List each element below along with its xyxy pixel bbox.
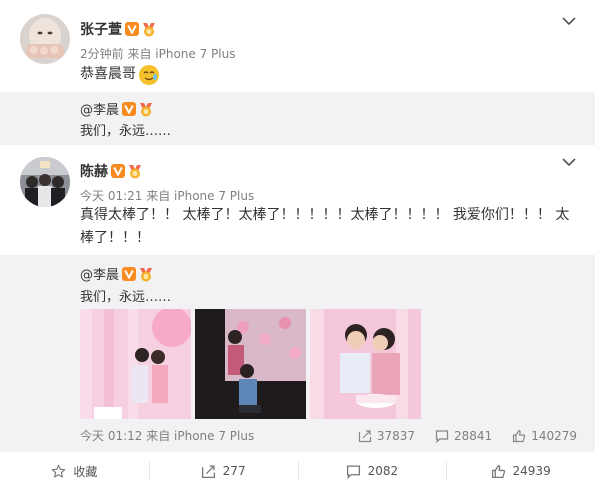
quoted-text: 我们，永远…… bbox=[80, 290, 172, 305]
repost-count: 277 bbox=[222, 464, 246, 478]
quoted-username[interactable]: @李晨 bbox=[80, 264, 119, 283]
favorite-button[interactable]: 收藏 bbox=[0, 452, 149, 488]
comment-icon bbox=[435, 429, 449, 443]
author-row: 陈赫 bbox=[80, 162, 143, 180]
repost-icon bbox=[201, 465, 215, 478]
avatar[interactable] bbox=[20, 14, 70, 64]
star-icon bbox=[52, 464, 66, 478]
comment-count: 28841 bbox=[454, 428, 493, 443]
quoted-author-row: @李晨 bbox=[80, 99, 154, 118]
username[interactable]: 张子萱 bbox=[80, 19, 122, 39]
photo-thumbnail[interactable] bbox=[310, 309, 421, 419]
quoted-time: 今天 01:12 来自 iPhone 7 Plus bbox=[80, 429, 255, 443]
repost-count: 37837 bbox=[376, 428, 415, 443]
repost-button[interactable]: 277 bbox=[148, 452, 298, 488]
quoted-post[interactable]: @李晨 我们，永远…… bbox=[0, 255, 595, 452]
verified-v-icon bbox=[122, 266, 137, 281]
medal-icon bbox=[129, 165, 141, 179]
quoted-username[interactable]: @李晨 bbox=[80, 99, 119, 118]
post-content: 真得太棒了！！ 太棒了！太棒了！！！！！太棒了！！！！ 我爱你们！！！ 太 棒了… bbox=[80, 204, 569, 250]
username[interactable]: 陈赫 bbox=[80, 161, 108, 181]
avatar[interactable] bbox=[20, 157, 70, 207]
medal-icon bbox=[140, 102, 153, 116]
repost-icon bbox=[358, 429, 371, 442]
medal-icon bbox=[143, 23, 155, 37]
quoted-author-row: @李晨 bbox=[80, 264, 154, 283]
like-icon bbox=[491, 464, 505, 478]
post-text-line: 棒了！！！ bbox=[80, 230, 150, 246]
chevron-down-icon[interactable] bbox=[561, 156, 577, 168]
like-count: 140279 bbox=[531, 428, 577, 443]
favorite-label: 收藏 bbox=[73, 464, 98, 479]
quoted-comment-count[interactable]: 28841 bbox=[435, 429, 492, 443]
chevron-down-icon[interactable] bbox=[561, 15, 577, 27]
post-separator bbox=[0, 137, 595, 145]
quoted-footer: 今天 01:12 来自 iPhone 7 Plus 37837 28841 14… bbox=[80, 427, 577, 444]
verified-v-icon bbox=[111, 164, 125, 178]
post-content: 恭喜晨哥 bbox=[80, 63, 160, 86]
post-text: 恭喜晨哥 bbox=[80, 66, 136, 82]
photo-thumbnail[interactable] bbox=[80, 309, 191, 419]
quoted-repost-count[interactable]: 37837 bbox=[358, 429, 415, 443]
quoted-like-count[interactable]: 140279 bbox=[512, 429, 577, 443]
emoji-icon bbox=[139, 64, 159, 85]
comment-icon bbox=[346, 465, 360, 479]
comment-count: 2082 bbox=[367, 464, 399, 478]
comment-button[interactable]: 2082 bbox=[297, 452, 447, 488]
photo-grid bbox=[80, 309, 421, 419]
like-count: 24939 bbox=[512, 464, 551, 478]
like-icon bbox=[513, 429, 526, 442]
author-row: 张子萱 bbox=[80, 20, 157, 38]
medal-icon bbox=[140, 267, 153, 281]
post-card: 张子萱 2分钟前 来自 iPhone 7 Plus 恭喜晨哥 @李晨 我们，永远… bbox=[0, 0, 595, 145]
like-button[interactable]: 24939 bbox=[446, 452, 595, 488]
verified-v-icon bbox=[125, 22, 139, 36]
post-meta: 今天 01:21 来自 iPhone 7 Plus bbox=[80, 189, 255, 203]
post-meta: 2分钟前 来自 iPhone 7 Plus bbox=[80, 47, 236, 61]
photo-thumbnail[interactable] bbox=[195, 309, 306, 419]
post-card: 陈赫 今天 01:21 来自 iPhone 7 Plus 真得太棒了！！ 太棒了… bbox=[0, 145, 595, 488]
verified-v-icon bbox=[122, 101, 137, 116]
action-bar: 收藏 277 2082 24939 bbox=[0, 452, 595, 488]
quoted-post[interactable]: @李晨 我们，永远…… bbox=[0, 92, 595, 139]
post-text-line: 真得太棒了！！ 太棒了！太棒了！！！！！太棒了！！！！ 我爱你们！！！ 太 bbox=[80, 207, 570, 223]
